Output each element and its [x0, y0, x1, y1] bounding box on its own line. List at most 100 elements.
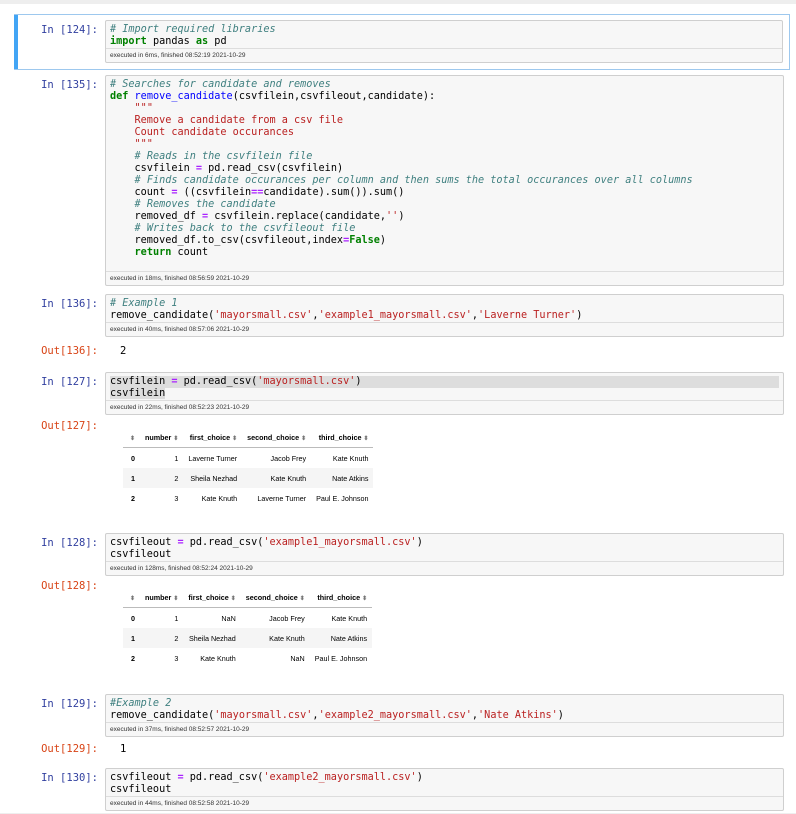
table-cell: Sheila Nezhad [183, 468, 243, 488]
table-cell: Kate Knuth [331, 613, 368, 623]
table-cell: Jacob Frey [270, 453, 307, 463]
execution-time: executed in 44ms, finished 08:52:58 2021… [106, 796, 783, 810]
table-header-row: ⬍ number ⬍ first_choice ⬍ second_choice ⬍ th… [123, 427, 374, 448]
code-input[interactable]: # Import required libraries import panda… [106, 21, 782, 48]
table-cell: NaN [290, 653, 305, 663]
input-prompt: In [129]: [41, 698, 98, 710]
code-cell-128[interactable]: In [128]: csvfileout = pd.read_csv('exam… [14, 531, 790, 691]
row-index: 1 [123, 468, 140, 488]
code-input[interactable]: csvfileout = pd.read_csv('example1_mayor… [106, 534, 783, 561]
code-area[interactable]: # Example 1 remove_candidate('mayorsmall… [105, 294, 784, 337]
table-cell: Paul E. Johnson [316, 493, 369, 503]
code-cell-135[interactable]: In [135]: # Searches for candidate and r… [14, 73, 790, 289]
table-cell: Kate Knuth [332, 453, 369, 463]
code-input[interactable]: # Searches for candidate and removes def… [106, 76, 783, 271]
code-area[interactable]: # Searches for candidate and removes def… [105, 75, 784, 286]
column-header[interactable]: ⬍ [123, 427, 140, 448]
output-prompt: Out[127]: [41, 420, 98, 432]
column-header[interactable]: first_choice ⬍ [183, 587, 241, 608]
sort-icon[interactable]: ⬍ [301, 436, 306, 442]
sort-icon[interactable]: ⬍ [173, 596, 178, 602]
output-prompt: Out[136]: [41, 345, 98, 357]
table-cell: 1 [174, 453, 179, 463]
table-cell: NaN [221, 613, 236, 623]
execution-time: executed in 22ms, finished 08:52:23 2021… [106, 400, 783, 414]
row-index: 0 [131, 453, 135, 463]
table-cell: 3 [174, 653, 179, 663]
sort-icon[interactable]: ⬍ [130, 596, 135, 602]
execution-time: executed in 128ms, finished 08:52:24 202… [106, 561, 783, 575]
dataframe-output: ⬍ number ⬍ first_choice ⬍ second_choice ⬍ th… [123, 427, 374, 508]
execution-time: executed in 18ms, finished 08:56:59 2021… [106, 271, 783, 285]
table-row: 2 3 Kate Knuth NaN Paul E. Johnson [123, 648, 372, 668]
output-prompt: Out[129]: [41, 743, 98, 755]
code-cell-124[interactable]: In [124]: # Import required libraries im… [14, 14, 790, 70]
output-value: 2 [120, 345, 127, 357]
code-area[interactable]: csvfilein = pd.read_csv('mayorsmall.csv'… [105, 372, 784, 415]
input-prompt: In [124]: [41, 24, 98, 36]
code-cell-129[interactable]: In [129]: #Example 2 remove_candidate('m… [14, 692, 790, 758]
sort-icon[interactable]: ⬍ [173, 436, 178, 442]
notebook-page: In [124]: # Import required libraries im… [0, 0, 796, 813]
sort-icon[interactable]: ⬍ [362, 596, 367, 602]
execution-time: executed in 37ms, finished 08:52:57 2021… [106, 722, 783, 736]
input-prompt: In [136]: [41, 298, 98, 310]
column-header[interactable]: number ⬍ [140, 427, 184, 448]
table-row: 1 2 Sheila Nezhad Kate Knuth Nate Atkins [123, 468, 374, 488]
execution-time: executed in 40ms, finished 08:57:06 2021… [106, 322, 783, 336]
sort-icon[interactable]: ⬍ [231, 596, 236, 602]
row-index: 0 [131, 613, 135, 623]
table-cell: Kate Knuth [200, 653, 236, 663]
code-cell-136[interactable]: In [136]: # Example 1 remove_candidate('… [14, 292, 790, 362]
code-area[interactable]: # Import required libraries import panda… [105, 20, 783, 63]
column-header[interactable]: first_choice ⬍ [183, 427, 243, 448]
column-header[interactable]: ⬍ [123, 587, 140, 608]
table-cell: 3 [174, 493, 179, 503]
table-cell: Laverne Turner [188, 453, 238, 463]
input-prompt: In [127]: [41, 376, 98, 388]
column-header[interactable]: second_choice ⬍ [242, 427, 312, 448]
sort-icon[interactable]: ⬍ [363, 436, 368, 442]
code-cell-130[interactable]: In [130]: csvfileout = pd.read_csv('exam… [14, 764, 790, 814]
table-cell: Kate Knuth [242, 468, 312, 488]
column-header[interactable]: third_choice ⬍ [311, 427, 374, 448]
code-cell-127[interactable]: In [127]: csvfilein = pd.read_csv('mayor… [14, 368, 790, 528]
table-cell: Kate Knuth [240, 628, 310, 648]
code-area[interactable]: csvfileout = pd.read_csv('example2_mayor… [105, 768, 784, 811]
column-header[interactable]: third_choice ⬍ [309, 587, 373, 608]
output-prompt: Out[128]: [41, 580, 98, 592]
sort-icon[interactable]: ⬍ [232, 436, 237, 442]
code-input[interactable]: #Example 2 remove_candidate('mayorsmall.… [106, 695, 783, 722]
table-header-row: ⬍ number ⬍ first_choice ⬍ second_choice ⬍ th… [123, 587, 373, 608]
table-cell: 2 [140, 468, 184, 488]
table-cell: Sheila Nezhad [183, 628, 241, 648]
row-index: 1 [123, 628, 140, 648]
table-cell: Nate Atkins [311, 468, 374, 488]
input-prompt: In [135]: [41, 79, 98, 91]
code-input[interactable]: csvfilein = pd.read_csv('mayorsmall.csv'… [106, 373, 783, 400]
code-area[interactable]: csvfileout = pd.read_csv('example1_mayor… [105, 533, 784, 576]
table-cell: 1 [174, 613, 179, 623]
sort-icon[interactable]: ⬍ [300, 596, 305, 602]
table-row: 0 1 Laverne Turner Jacob Frey Kate Knuth [123, 448, 373, 469]
row-index: 2 [131, 653, 135, 663]
code-area[interactable]: #Example 2 remove_candidate('mayorsmall.… [105, 694, 784, 737]
input-prompt: In [130]: [41, 772, 98, 784]
table-cell: Kate Knuth [201, 493, 238, 503]
table-cell: Jacob Frey [269, 613, 305, 623]
sort-icon[interactable]: ⬍ [130, 436, 135, 442]
code-input[interactable]: # Example 1 remove_candidate('mayorsmall… [106, 295, 783, 322]
table-row: 0 1 NaN Jacob Frey Kate Knuth [123, 608, 372, 629]
input-prompt: In [128]: [41, 537, 98, 549]
dataframe-output: ⬍ number ⬍ first_choice ⬍ second_choice ⬍ th… [123, 587, 373, 668]
table-row: 2 3 Kate Knuth Laverne Turner Paul E. Johnso… [123, 488, 373, 508]
table-cell: Nate Atkins [309, 628, 373, 648]
code-input[interactable]: csvfileout = pd.read_csv('example2_mayor… [106, 769, 783, 796]
column-header[interactable]: number ⬍ [140, 587, 184, 608]
table-cell: 2 [140, 628, 184, 648]
output-value: 1 [120, 743, 127, 755]
table-cell: Laverne Turner [257, 493, 307, 503]
column-header[interactable]: second_choice ⬍ [240, 587, 310, 608]
table-cell: Paul E. Johnson [314, 653, 368, 663]
row-index: 2 [131, 493, 135, 503]
